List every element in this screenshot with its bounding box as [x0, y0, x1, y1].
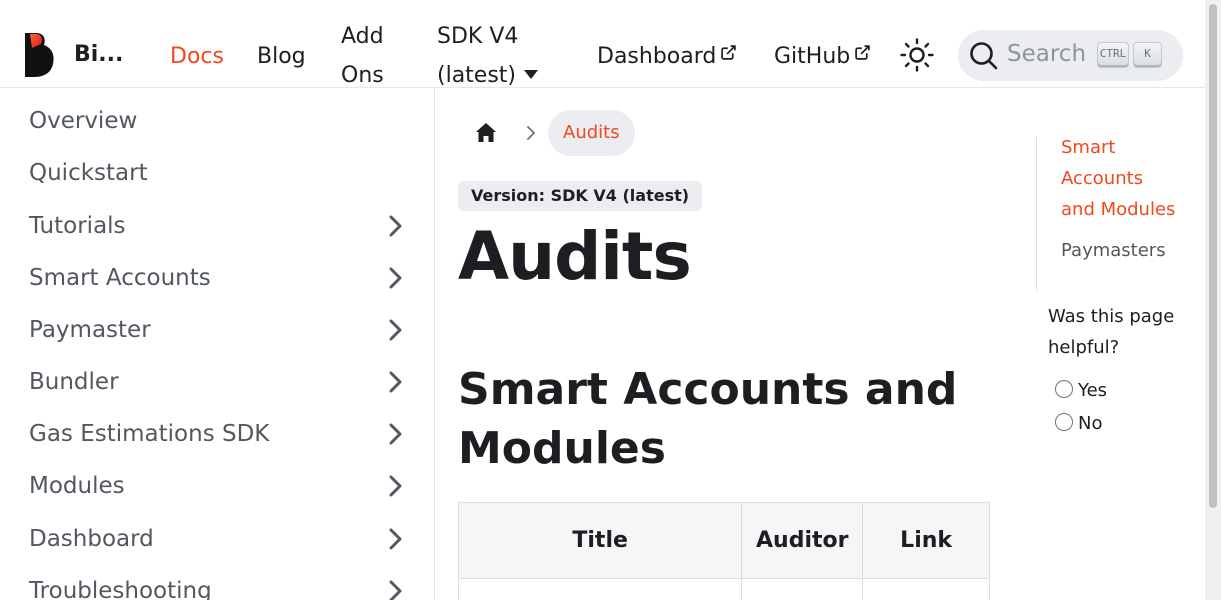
nav-sdk-line2: (latest) — [437, 63, 517, 88]
feedback-yes-option[interactable]: Yes — [1055, 378, 1108, 401]
sidebar-item-label: Bundler — [29, 369, 119, 395]
table-cell — [741, 578, 864, 600]
sidebar-item-tutorials[interactable]: Tutorials — [8, 203, 418, 249]
nav-sdk-line1: SDK V4 — [437, 24, 519, 49]
table-row — [457, 578, 990, 600]
nav-sdk-version-dropdown[interactable]: SDK V4 (latest) — [437, 17, 539, 95]
sun-icon[interactable] — [899, 37, 935, 73]
docs-sidebar: Overview Quickstart Tutorials Smart Acco… — [0, 88, 435, 600]
sidebar-item-label: Modules — [29, 473, 125, 499]
audits-table: Title Auditor Link — [457, 502, 990, 600]
home-icon[interactable] — [464, 111, 508, 155]
external-link-icon — [721, 45, 737, 60]
chevron-right-icon[interactable] — [384, 475, 406, 497]
sidebar-item-label: Paymaster — [29, 317, 151, 343]
chevron-right-icon — [527, 126, 536, 140]
sidebar-item-troubleshooting[interactable]: Troubleshooting — [8, 568, 418, 600]
table-cell — [862, 578, 990, 600]
table-cell — [457, 578, 743, 600]
nav-add-ons-line1: Add — [341, 24, 384, 49]
sidebar-item-paymaster[interactable]: Paymaster — [8, 307, 418, 353]
sidebar-item-label: Quickstart — [29, 160, 148, 186]
chevron-right-icon[interactable] — [384, 267, 406, 289]
nav-add-ons[interactable]: Add Ons — [341, 17, 384, 95]
nav-blog[interactable]: Blog — [257, 37, 306, 76]
sidebar-item-label: Overview — [29, 108, 138, 134]
page-title: Audits — [458, 218, 692, 295]
sidebar-item-modules[interactable]: Modules — [8, 463, 418, 509]
sidebar-item-label: Dashboard — [29, 526, 154, 552]
top-navbar: Bi... Docs Blog Add Ons SDK V4 (latest) … — [0, 0, 1205, 88]
sidebar-item-overview[interactable]: Overview — [8, 98, 418, 144]
nav-docs[interactable]: Docs — [170, 37, 224, 76]
sidebar-item-quickstart[interactable]: Quickstart — [8, 150, 418, 196]
toc-item-paymasters[interactable]: Paymasters — [1061, 235, 1166, 266]
sidebar-item-label: Troubleshooting — [29, 578, 212, 600]
chevron-right-icon[interactable] — [384, 319, 406, 341]
version-badge: Version: SDK V4 (latest) — [458, 181, 703, 211]
table-of-contents: Smart Accounts and Modules Paymasters — [1036, 137, 1186, 291]
sidebar-item-gas-estimations-sdk[interactable]: Gas Estimations SDK — [8, 411, 418, 457]
nav-github-label: GitHub — [774, 44, 851, 69]
toc-item-smart-accounts-and-modules[interactable]: Smart Accounts and Modules — [1061, 132, 1181, 225]
sidebar-item-bundler[interactable]: Bundler — [8, 359, 418, 405]
feedback-question: Was this page helpful? — [1048, 306, 1175, 358]
radio-yes-label: Yes — [1078, 380, 1108, 401]
nav-github[interactable]: GitHub — [774, 37, 871, 76]
breadcrumb-current: Audits — [548, 110, 635, 156]
column-header-title: Title — [457, 502, 743, 579]
page-scrollbar[interactable] — [1205, 0, 1221, 600]
sidebar-item-label: Tutorials — [29, 213, 126, 239]
chevron-right-icon[interactable] — [384, 528, 406, 550]
section-heading: Smart Accounts and Modules — [458, 364, 958, 474]
sidebar-item-label: Gas Estimations SDK — [29, 421, 270, 447]
search-placeholder: Search — [1007, 41, 1087, 67]
table-header-row: Title Auditor Link — [457, 502, 990, 579]
brand-name[interactable]: Bi... — [74, 42, 123, 67]
kbd-k: K — [1133, 42, 1162, 68]
kbd-ctrl: CTRL — [1097, 42, 1129, 68]
feedback-no-option[interactable]: No — [1055, 411, 1103, 434]
chevron-right-icon[interactable] — [384, 580, 406, 600]
chevron-right-icon[interactable] — [384, 371, 406, 393]
radio-no-label: No — [1078, 413, 1103, 434]
radio-yes[interactable] — [1055, 379, 1073, 398]
column-header-auditor: Auditor — [741, 502, 864, 579]
sidebar-item-label: Smart Accounts — [29, 265, 211, 291]
sidebar-item-smart-accounts[interactable]: Smart Accounts — [8, 255, 418, 301]
scrollbar-thumb[interactable] — [1209, 4, 1217, 508]
column-header-link: Link — [862, 502, 990, 579]
caret-down-icon — [524, 69, 539, 79]
radio-no[interactable] — [1055, 412, 1073, 431]
nav-dashboard-label: Dashboard — [597, 44, 717, 69]
chevron-right-icon[interactable] — [384, 215, 406, 237]
search-icon — [970, 42, 998, 70]
external-link-icon — [855, 45, 870, 60]
sidebar-item-dashboard[interactable]: Dashboard — [8, 516, 418, 562]
nav-dashboard[interactable]: Dashboard — [597, 37, 737, 76]
nav-sdk-line2-row: (latest) — [437, 56, 539, 95]
brand-logo[interactable] — [22, 31, 56, 78]
chevron-right-icon[interactable] — [384, 423, 406, 445]
search-button[interactable]: Search CTRL K — [958, 30, 1183, 81]
